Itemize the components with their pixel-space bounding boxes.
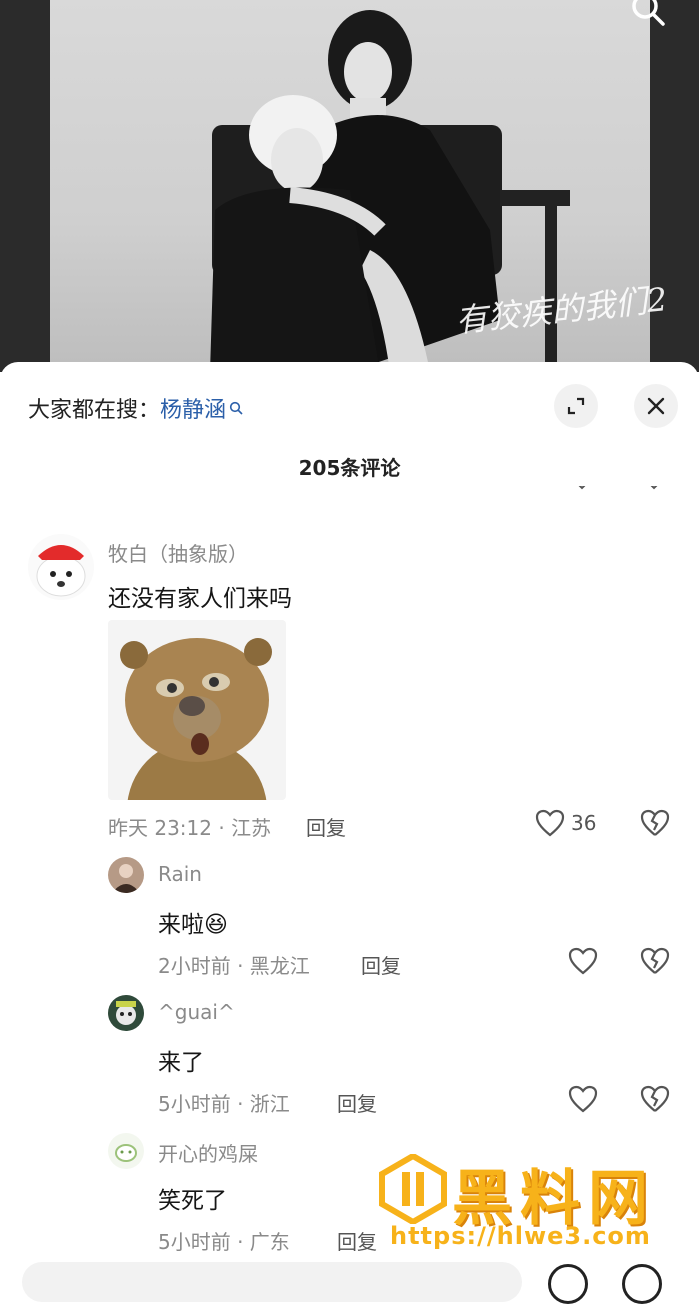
watermark-logo-icon — [379, 1154, 447, 1224]
broken-heart-icon — [640, 1085, 670, 1112]
avatar[interactable] — [108, 1133, 144, 1169]
avatar[interactable] — [28, 534, 94, 600]
reply-button[interactable]: 回复 — [337, 1088, 377, 1117]
post-photo[interactable]: 有狡疾的我们2 — [0, 0, 699, 372]
comment-sticker-image[interactable] — [108, 620, 286, 800]
scrolled-comment-row — [0, 486, 699, 508]
bear-sticker-icon — [120, 638, 272, 800]
heart-icon — [568, 1085, 598, 1113]
avatar-cartoon-icon — [36, 545, 86, 597]
keyword-search-icon — [229, 396, 243, 421]
hot-search[interactable]: 大家都在搜： 杨静涵 — [28, 392, 243, 424]
like-button[interactable] — [568, 947, 598, 975]
emoji-icon[interactable] — [548, 1264, 588, 1304]
avatar[interactable] — [108, 857, 144, 893]
comment-meta: 5小时前 · 广东 — [158, 1230, 290, 1254]
avatar-cartoon-icon — [116, 1001, 136, 1025]
comment-author[interactable]: Rain — [158, 862, 202, 886]
reply-button[interactable]: 回复 — [337, 1226, 377, 1255]
like-count: 36 — [571, 811, 597, 835]
heart-icon — [535, 809, 565, 837]
broken-heart-icon — [640, 809, 670, 836]
avatar-cartoon-icon — [115, 1144, 137, 1162]
photo-backdrop-left — [0, 0, 50, 372]
like-button[interactable]: 36 — [535, 809, 596, 837]
comment-text: 来啦😆 — [158, 912, 228, 938]
dislike-button[interactable] — [640, 1085, 670, 1117]
comment-author[interactable]: 开心的鸡屎 — [158, 1138, 258, 1167]
close-button[interactable] — [634, 384, 678, 428]
watermark-url: https://hlwe3.com — [390, 1222, 651, 1250]
comment-author[interactable]: ^guai^ — [158, 1000, 235, 1024]
like-button[interactable] — [568, 1085, 598, 1113]
dislike-button[interactable] — [640, 809, 670, 841]
broken-heart-icon — [650, 486, 658, 490]
expand-button[interactable] — [554, 384, 598, 428]
at-icon[interactable] — [622, 1264, 662, 1304]
reply-button[interactable]: 回复 — [361, 950, 401, 979]
comment-text: 笑死了 — [158, 1188, 227, 1214]
expand-icon — [567, 397, 585, 415]
comment-meta: 昨天 23:12 · 江苏 — [108, 816, 272, 840]
comment-input[interactable] — [22, 1262, 522, 1302]
hot-search-keyword[interactable]: 杨静涵 — [160, 392, 226, 424]
comment-meta: 2小时前 · 黑龙江 — [158, 954, 310, 978]
heart-icon — [568, 947, 598, 975]
reply-button[interactable]: 回复 — [306, 812, 346, 841]
comment-text: 来了 — [158, 1050, 204, 1076]
avatar[interactable] — [108, 995, 144, 1031]
comment-meta: 5小时前 · 浙江 — [158, 1092, 290, 1116]
broken-heart-icon — [640, 947, 670, 974]
hot-search-prefix: 大家都在搜： — [28, 398, 161, 423]
dislike-button[interactable] — [640, 947, 670, 979]
heart-icon — [578, 486, 586, 490]
comment-author[interactable]: 牧白（抽象版） — [108, 538, 248, 567]
search-icon[interactable] — [629, 0, 669, 30]
comment-text: 还没有家人们来吗 — [108, 586, 292, 612]
avatar-photo-icon — [112, 864, 140, 893]
watermark: 黑料网 https://hlwe3.com — [378, 1150, 688, 1258]
close-icon — [647, 397, 665, 415]
comment-sheet: 大家都在搜： 杨静涵 205条评论 牧白（抽象版） 还没有家人们来吗 昨天 23… — [0, 362, 699, 1280]
comment-count-title: 205条评论 — [298, 456, 401, 480]
